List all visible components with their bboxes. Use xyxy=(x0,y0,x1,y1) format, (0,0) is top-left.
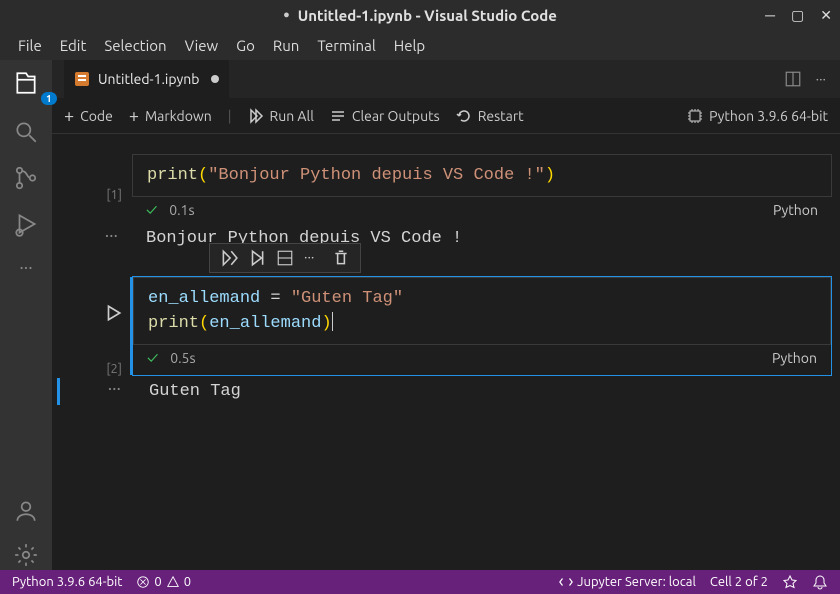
tab-untitled[interactable]: Untitled-1.ipynb xyxy=(64,60,229,98)
menu-view[interactable]: View xyxy=(177,33,227,58)
cell-1: [1] print("Bonjour Python depuis VS Code… xyxy=(60,154,832,223)
statusbar: Python 3.9.6 64-bit 0 0 Jupyter Server: … xyxy=(0,570,840,594)
cell-2-execution-count: [2] xyxy=(106,362,122,376)
run-all-button[interactable]: Run All xyxy=(248,108,314,124)
settings-icon[interactable] xyxy=(13,542,39,568)
add-code-button[interactable]: +Code xyxy=(64,106,113,126)
cell-2-time: 0.5s xyxy=(170,350,195,366)
menu-selection[interactable]: Selection xyxy=(96,33,174,58)
tab-dirty-icon xyxy=(211,75,219,83)
warning-icon xyxy=(166,575,180,589)
kernel-selector[interactable]: Python 3.9.6 64-bit xyxy=(687,108,828,124)
maximize-button[interactable]: ▢ xyxy=(791,7,804,24)
dirty-dot: ● xyxy=(283,9,290,21)
execute-above-icon[interactable] xyxy=(248,249,266,267)
menu-edit[interactable]: Edit xyxy=(52,33,95,58)
titlebar: ● Untitled-1.ipynb - Visual Studio Code … xyxy=(0,0,840,30)
menu-run[interactable]: Run xyxy=(265,33,307,58)
source-control-icon[interactable] xyxy=(13,165,39,191)
tab-bar: Untitled-1.ipynb ··· xyxy=(52,60,840,98)
status-jupyter[interactable]: Jupyter Server: local xyxy=(559,575,696,589)
active-cell-indicator xyxy=(130,277,133,375)
status-problems[interactable]: 0 0 xyxy=(136,575,191,589)
notebook-toolbar: +Code +Markdown | Run All Clear Outputs … xyxy=(52,98,840,134)
run-cell-icon[interactable] xyxy=(104,304,122,322)
cell-1-time: 0.1s xyxy=(169,202,194,218)
cell-toolbar: ··· xyxy=(209,243,361,273)
cell-2-lang[interactable]: Python xyxy=(772,350,817,366)
cell-1-lang[interactable]: Python xyxy=(773,202,818,218)
run-debug-icon[interactable] xyxy=(13,211,39,237)
search-icon[interactable] xyxy=(13,119,39,145)
run-all-icon xyxy=(248,108,264,124)
split-cell-icon[interactable] xyxy=(276,249,294,267)
menu-help[interactable]: Help xyxy=(386,33,433,58)
cell-1-output: ··· Bonjour Python depuis VS Code ! xyxy=(60,225,832,252)
menu-go[interactable]: Go xyxy=(228,33,263,58)
output-toggle-icon[interactable]: ··· xyxy=(60,225,132,252)
cell-more-icon[interactable]: ··· xyxy=(304,249,322,267)
output-toggle-icon[interactable]: ··· xyxy=(63,378,135,405)
cell-1-code[interactable]: print("Bonjour Python depuis VS Code !") xyxy=(132,154,832,197)
cell-1-execution-count: [1] xyxy=(106,188,122,202)
editor-area: Untitled-1.ipynb ··· +Code +Markdown | R… xyxy=(52,60,840,570)
delete-cell-icon[interactable] xyxy=(332,249,350,267)
notifications-icon[interactable] xyxy=(812,574,828,590)
notebook-body[interactable]: [1] print("Bonjour Python depuis VS Code… xyxy=(52,134,840,570)
restart-icon xyxy=(456,108,472,124)
minimize-button[interactable]: ─ xyxy=(765,7,775,24)
add-markdown-button[interactable]: +Markdown xyxy=(129,106,212,126)
menu-terminal[interactable]: Terminal xyxy=(309,33,383,58)
clear-outputs-icon xyxy=(330,108,346,124)
error-icon xyxy=(136,575,150,589)
status-cell[interactable]: Cell 2 of 2 xyxy=(710,575,768,589)
editor-more-icon[interactable]: ··· xyxy=(816,71,826,87)
accounts-icon[interactable] xyxy=(13,498,39,524)
split-editor-icon[interactable] xyxy=(784,70,802,88)
check-icon: ✓ xyxy=(147,349,158,367)
explorer-badge: 1 xyxy=(41,92,57,105)
notebook-file-icon xyxy=(74,71,90,87)
check-icon: ✓ xyxy=(146,201,157,219)
cell-2-output: ··· Guten Tag xyxy=(57,378,832,405)
status-python[interactable]: Python 3.9.6 64-bit xyxy=(12,575,122,589)
cell-2-output-text: Guten Tag xyxy=(135,378,832,405)
run-by-line-icon[interactable] xyxy=(220,249,238,267)
restart-button[interactable]: Restart xyxy=(456,108,524,124)
more-icon[interactable]: ··· xyxy=(19,257,32,277)
feedback-icon[interactable] xyxy=(782,574,798,590)
kernel-icon xyxy=(687,108,703,124)
text-cursor xyxy=(332,312,333,331)
tab-filename: Untitled-1.ipynb xyxy=(98,71,199,87)
menubar: File Edit Selection View Go Run Terminal… xyxy=(0,30,840,60)
close-button[interactable]: ✕ xyxy=(820,7,832,24)
menu-file[interactable]: File xyxy=(10,33,50,58)
activitybar: 1 ··· xyxy=(0,60,52,570)
window-title: Untitled-1.ipynb - Visual Studio Code xyxy=(298,7,557,24)
explorer-icon[interactable] xyxy=(13,70,39,96)
cell-2: [2] ··· en_allemand = "Guten Tag" print(… xyxy=(60,276,832,376)
clear-outputs-button[interactable]: Clear Outputs xyxy=(330,108,440,124)
remote-icon xyxy=(559,575,573,589)
cell-2-code[interactable]: en_allemand = "Guten Tag" print(en_allem… xyxy=(133,277,831,345)
